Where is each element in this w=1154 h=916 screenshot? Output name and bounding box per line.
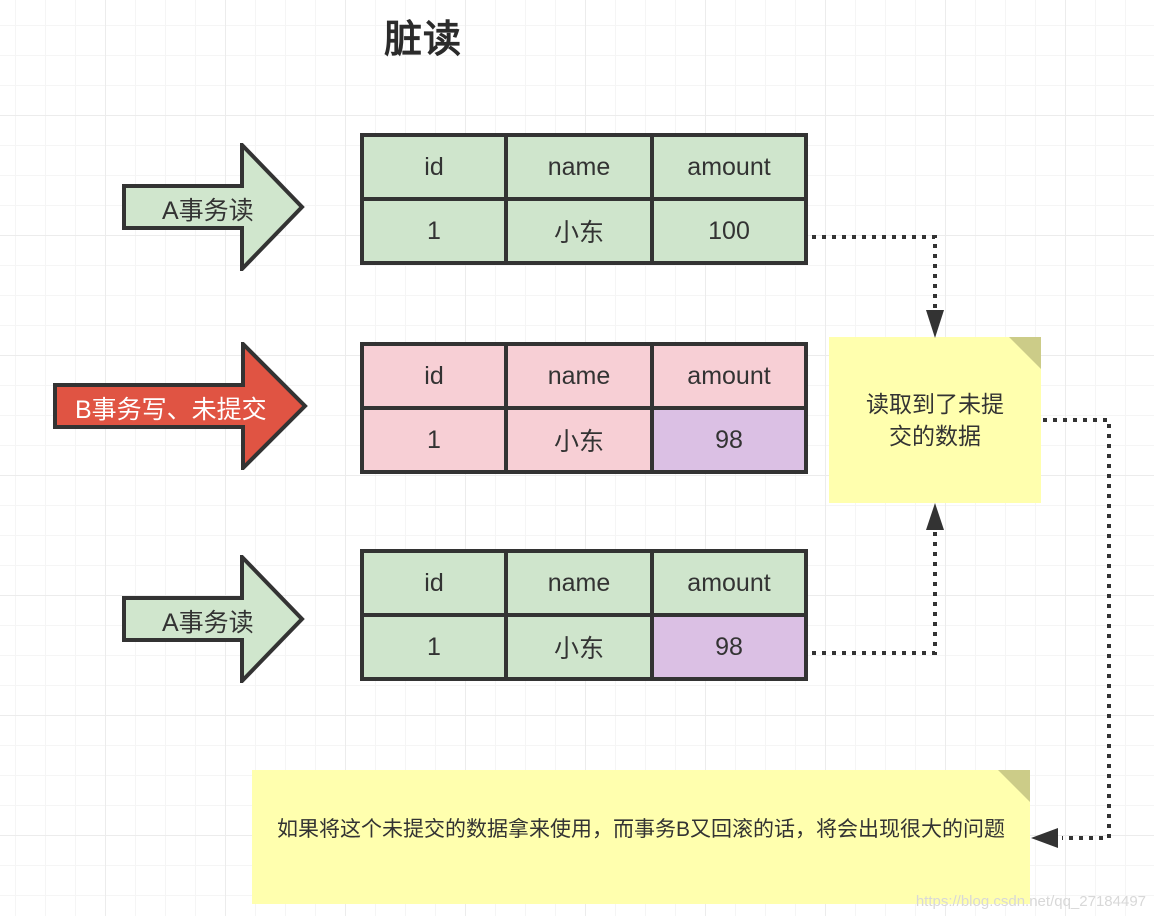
note-read-uncommitted: 读取到了未提交的数据 (829, 337, 1041, 503)
cell-name: 小东 (504, 197, 654, 265)
header-amount: amount (650, 342, 808, 410)
data-table-uncommitted-write: id name amount 1 小东 98 (360, 342, 808, 474)
arrowhead-down-icon (926, 310, 944, 338)
cell-amount: 100 (650, 197, 808, 265)
header-amount: amount (650, 133, 808, 201)
arrow-label: A事务读 (162, 609, 254, 637)
header-id: id (360, 549, 508, 617)
cell-id: 1 (360, 613, 508, 681)
cell-id: 1 (360, 406, 508, 474)
table-row: 1 小东 100 (360, 197, 808, 265)
header-id: id (360, 133, 508, 201)
cell-name: 小东 (504, 613, 654, 681)
table-header-row: id name amount (360, 342, 808, 410)
arrowhead-up-icon (926, 503, 944, 530)
note-fold-corner (1009, 337, 1041, 369)
connector-note-to-consequence (1043, 418, 1111, 840)
note-text: 读取到了未提交的数据 (866, 391, 1004, 449)
arrow-label: B事务写、未提交 (75, 396, 267, 424)
table-row: 1 小东 98 (360, 613, 808, 681)
table-header-row: id name amount (360, 549, 808, 617)
diagram-title: 脏读 (384, 19, 463, 61)
cell-amount-changed: 98 (650, 613, 808, 681)
transaction-a-read-arrow-2: A事务读 (122, 555, 306, 683)
table-row: 1 小东 98 (360, 406, 808, 474)
header-id: id (360, 342, 508, 410)
arrowhead-left-icon (1031, 828, 1058, 848)
note-consequence: 如果将这个未提交的数据拿来使用，而事务B又回滚的话，将会出现很大的问题 (252, 770, 1030, 904)
note-fold-corner (998, 770, 1030, 802)
connector-second-read-to-note (812, 530, 937, 655)
data-table-second-read: id name amount 1 小东 98 (360, 549, 808, 681)
cell-name: 小东 (504, 406, 654, 474)
connector-first-read-to-note (812, 235, 937, 312)
data-table-first-read: id name amount 1 小东 100 (360, 133, 808, 265)
transaction-a-read-arrow-1: A事务读 (122, 143, 306, 271)
cell-id: 1 (360, 197, 508, 265)
arrow-label: A事务读 (162, 197, 254, 225)
header-name: name (504, 549, 654, 617)
header-amount: amount (650, 549, 808, 617)
transaction-b-write-arrow: B事务写、未提交 (53, 342, 309, 470)
header-name: name (504, 133, 654, 201)
table-header-row: id name amount (360, 133, 808, 201)
header-name: name (504, 342, 654, 410)
note-text: 如果将这个未提交的数据拿来使用，而事务B又回滚的话，将会出现很大的问题 (276, 818, 1005, 841)
cell-amount-changed: 98 (650, 406, 808, 474)
watermark: https://blog.csdn.net/qq_27184497 (915, 893, 1146, 910)
